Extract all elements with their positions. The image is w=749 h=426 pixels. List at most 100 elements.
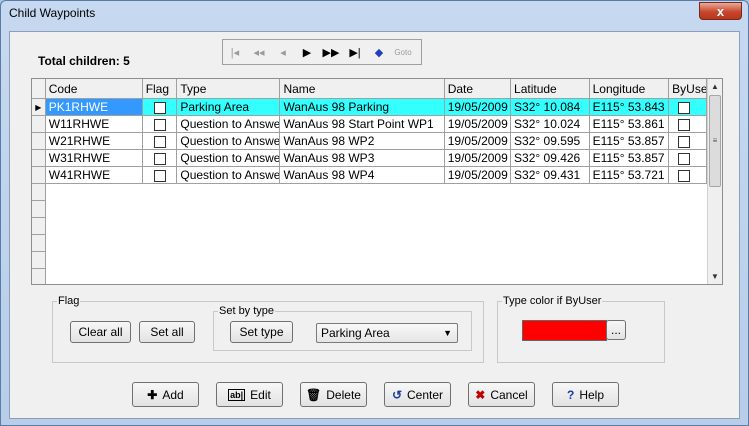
color-browse-button[interactable]: ... bbox=[606, 320, 626, 340]
set-type-button[interactable]: Set type bbox=[230, 321, 293, 343]
first-record-icon[interactable]: |◂ bbox=[223, 41, 247, 63]
cell-byuser[interactable] bbox=[668, 149, 707, 167]
table-row[interactable]: W31RHWE Question to Answer WanAus 98 WP3 19… bbox=[32, 149, 707, 167]
delete-button[interactable]: 🗑 Delete bbox=[300, 382, 367, 407]
set-all-button[interactable]: Set all bbox=[139, 321, 195, 343]
scroll-up-arrow-icon[interactable]: ▲ bbox=[708, 79, 722, 94]
prior-page-icon[interactable]: ◂◂ bbox=[247, 41, 271, 63]
row-indicator: ▶ bbox=[32, 98, 46, 116]
cell-code[interactable]: PK1RHWE bbox=[45, 98, 143, 116]
cell-latitude[interactable]: S32° 09.431 bbox=[510, 166, 590, 184]
row-indicator bbox=[32, 166, 46, 184]
cell-latitude[interactable]: S32° 10.084 bbox=[510, 98, 590, 116]
column-header-code[interactable]: Code bbox=[45, 79, 143, 99]
column-header-type[interactable]: Type bbox=[176, 79, 281, 99]
prior-record-icon[interactable]: ◂ bbox=[271, 41, 295, 63]
column-header-byuser[interactable]: ByUser bbox=[668, 79, 707, 99]
cell-byuser[interactable] bbox=[668, 115, 707, 133]
cell-type[interactable]: Question to Answer bbox=[176, 149, 281, 167]
title-bar[interactable]: Child Waypoints x bbox=[1, 1, 748, 25]
cell-longitude[interactable]: E115° 53.843 bbox=[589, 98, 670, 116]
column-header-name[interactable]: Name bbox=[279, 79, 445, 99]
row-indicator-header bbox=[32, 79, 46, 99]
cell-type[interactable]: Question to Answer bbox=[176, 115, 281, 133]
column-header-longitude[interactable]: Longitude bbox=[589, 79, 670, 99]
cell-code[interactable]: W41RHWE bbox=[45, 166, 143, 184]
scroll-thumb[interactable]: ≡ bbox=[709, 95, 721, 187]
table-row[interactable]: W41RHWE Question to Answer WanAus 98 WP4 19… bbox=[32, 166, 707, 184]
type-select[interactable]: Parking Area ▼ bbox=[316, 323, 458, 343]
add-button[interactable]: ✚ Add bbox=[132, 382, 199, 407]
empty-row bbox=[32, 183, 707, 201]
cell-byuser[interactable] bbox=[668, 132, 707, 150]
cell-date[interactable]: 19/05/2009 bbox=[444, 132, 512, 150]
scroll-down-arrow-icon[interactable]: ▼ bbox=[708, 269, 722, 284]
goto-icon[interactable]: Goto bbox=[391, 41, 415, 63]
cancel-button[interactable]: ✖ Cancel bbox=[468, 382, 535, 407]
cell-date[interactable]: 19/05/2009 bbox=[444, 115, 512, 133]
column-header-date[interactable]: Date bbox=[444, 79, 512, 99]
flag-checkbox[interactable] bbox=[153, 135, 166, 148]
cell-flag[interactable] bbox=[142, 149, 178, 167]
next-record-icon[interactable]: ▶ bbox=[295, 41, 319, 63]
cell-latitude[interactable]: S32° 09.426 bbox=[510, 149, 590, 167]
flag-checkbox[interactable] bbox=[153, 152, 166, 165]
cell-byuser[interactable] bbox=[668, 98, 707, 116]
close-button[interactable]: x bbox=[699, 2, 742, 20]
cell-name[interactable]: WanAus 98 Parking bbox=[279, 98, 445, 116]
cell-latitude[interactable]: S32° 10.024 bbox=[510, 115, 590, 133]
last-record-icon[interactable]: ▶| bbox=[343, 41, 367, 63]
next-page-icon[interactable]: ▶▶ bbox=[319, 41, 343, 63]
center-button[interactable]: ↺ Center bbox=[384, 382, 451, 407]
cell-name[interactable]: WanAus 98 WP3 bbox=[279, 149, 445, 167]
cell-date[interactable]: 19/05/2009 bbox=[444, 149, 512, 167]
column-header-latitude[interactable]: Latitude bbox=[510, 79, 590, 99]
cell-latitude[interactable]: S32° 09.595 bbox=[510, 132, 590, 150]
cell-flag[interactable] bbox=[142, 115, 178, 133]
flag-checkbox[interactable] bbox=[153, 118, 166, 131]
waypoints-grid[interactable]: Code Flag Type Name Date Latitude Longit… bbox=[31, 78, 723, 285]
cell-date[interactable]: 19/05/2009 bbox=[444, 98, 512, 116]
close-icon: x bbox=[716, 4, 725, 19]
help-button[interactable]: ? Help bbox=[552, 382, 619, 407]
empty-row bbox=[32, 234, 707, 252]
cell-code[interactable]: W21RHWE bbox=[45, 132, 143, 150]
cell-name[interactable]: WanAus 98 Start Point WP1 bbox=[279, 115, 445, 133]
cell-name[interactable]: WanAus 98 WP4 bbox=[279, 166, 445, 184]
table-row[interactable]: ▶ PK1RHWE Parking Area WanAus 98 Parking 19/… bbox=[32, 98, 707, 116]
column-header-flag[interactable]: Flag bbox=[142, 79, 178, 99]
cell-longitude[interactable]: E115° 53.857 bbox=[589, 149, 670, 167]
table-row[interactable]: W11RHWE Question to Answer WanAus 98 Start… bbox=[32, 115, 707, 133]
bookmark-icon[interactable]: ◆ bbox=[367, 41, 391, 63]
empty-row bbox=[32, 200, 707, 218]
byuser-checkbox[interactable] bbox=[678, 101, 691, 114]
type-color-swatch[interactable] bbox=[522, 320, 607, 341]
byuser-checkbox[interactable] bbox=[678, 118, 691, 131]
flag-checkbox[interactable] bbox=[153, 101, 166, 114]
cell-flag[interactable] bbox=[142, 132, 178, 150]
cell-type[interactable]: Parking Area bbox=[176, 98, 281, 116]
type-select-value: Parking Area bbox=[321, 326, 390, 340]
flag-checkbox[interactable] bbox=[153, 169, 166, 182]
cell-flag[interactable] bbox=[142, 166, 178, 184]
edit-button[interactable]: ab| Edit bbox=[216, 382, 283, 407]
cell-longitude[interactable]: E115° 53.861 bbox=[589, 115, 670, 133]
row-indicator bbox=[32, 183, 46, 201]
cell-code[interactable]: W11RHWE bbox=[45, 115, 143, 133]
table-row[interactable]: W21RHWE Question to Answer WanAus 98 WP2 19… bbox=[32, 132, 707, 150]
cell-code[interactable]: W31RHWE bbox=[45, 149, 143, 167]
cell-name[interactable]: WanAus 98 WP2 bbox=[279, 132, 445, 150]
cell-longitude[interactable]: E115° 53.857 bbox=[589, 132, 670, 150]
grid-vertical-scrollbar[interactable]: ▲ ≡ ▼ bbox=[707, 79, 722, 284]
byuser-checkbox[interactable] bbox=[678, 152, 691, 165]
cell-type[interactable]: Question to Answer bbox=[176, 166, 281, 184]
cell-date[interactable]: 19/05/2009 bbox=[444, 166, 512, 184]
cell-longitude[interactable]: E115° 53.721 bbox=[589, 166, 670, 184]
cell-type[interactable]: Question to Answer bbox=[176, 132, 281, 150]
clear-all-button[interactable]: Clear all bbox=[70, 321, 131, 343]
byuser-checkbox[interactable] bbox=[678, 169, 691, 182]
cancel-x-icon: ✖ bbox=[475, 387, 486, 402]
cell-flag[interactable] bbox=[142, 98, 178, 116]
byuser-checkbox[interactable] bbox=[678, 135, 691, 148]
cell-byuser[interactable] bbox=[668, 166, 707, 184]
